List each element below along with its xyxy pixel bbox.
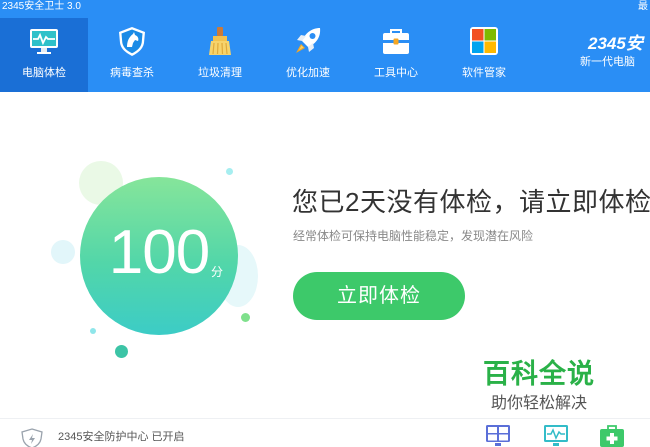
watermark-subtitle: 助你轻松解决 [491, 395, 588, 412]
tab-tool-center[interactable]: 工具中心 [352, 18, 440, 92]
decor-bubble [241, 313, 250, 322]
watermark-title: 百科全说 [483, 359, 595, 389]
start-checkup-button[interactable]: 立即体检 [293, 272, 465, 320]
monitor-icon[interactable] [485, 424, 511, 447]
health-score-circle: 100 分 [80, 177, 238, 335]
checkup-headline: 您已2天没有体检，请立即体检 [292, 187, 650, 217]
tab-label: 垃圾清理 [198, 67, 242, 79]
brand-name: 2345安 [588, 34, 643, 53]
window-control-label[interactable]: 最 [638, 1, 648, 13]
protection-shield-icon [21, 428, 43, 447]
decor-bubble [226, 168, 233, 175]
pulse-monitor-icon[interactable] [543, 424, 569, 447]
tab-label: 优化加速 [286, 67, 330, 79]
tab-label: 软件管家 [462, 67, 506, 79]
horse-shield-icon [119, 27, 145, 56]
tab-optimize-speedup[interactable]: 优化加速 [264, 18, 352, 92]
tab-pc-checkup[interactable]: 电脑体检 [0, 18, 88, 92]
tab-software-manager[interactable]: 软件管家 [440, 18, 528, 92]
tab-virus-scan[interactable]: 病毒查杀 [88, 18, 176, 92]
broom-icon [209, 27, 231, 55]
windows-tiles-icon [470, 27, 498, 55]
brand-tagline: 新一代电脑 [580, 56, 635, 68]
rocket-icon [296, 28, 321, 53]
tab-label: 工具中心 [374, 67, 418, 79]
window-title: 2345安全卫士 3.0 [2, 1, 81, 12]
decor-bubble [51, 240, 75, 264]
tab-label: 病毒查杀 [110, 67, 154, 79]
decor-bubble [90, 328, 96, 334]
checkup-description: 经常体检可保持电脑性能稳定，发现潜在风险 [293, 229, 534, 243]
brand-logo: 2345安 新一代电脑 [578, 34, 650, 78]
monitor-pulse-icon [30, 29, 58, 54]
health-score-unit: 分 [211, 265, 224, 279]
tab-junk-cleanup[interactable]: 垃圾清理 [176, 18, 264, 92]
toolbox-icon [383, 29, 409, 54]
footer-divider [0, 418, 650, 419]
first-aid-kit-icon[interactable] [599, 424, 625, 447]
tab-label: 电脑体检 [22, 67, 66, 79]
protection-status[interactable]: 2345安全防护中心 已开启 [58, 430, 185, 444]
decor-bubble [115, 345, 128, 358]
top-navigation-bar: 2345安全卫士 3.0 最 电脑体检 病毒查杀 垃圾清理 优化加速 工具中心 … [0, 0, 650, 92]
